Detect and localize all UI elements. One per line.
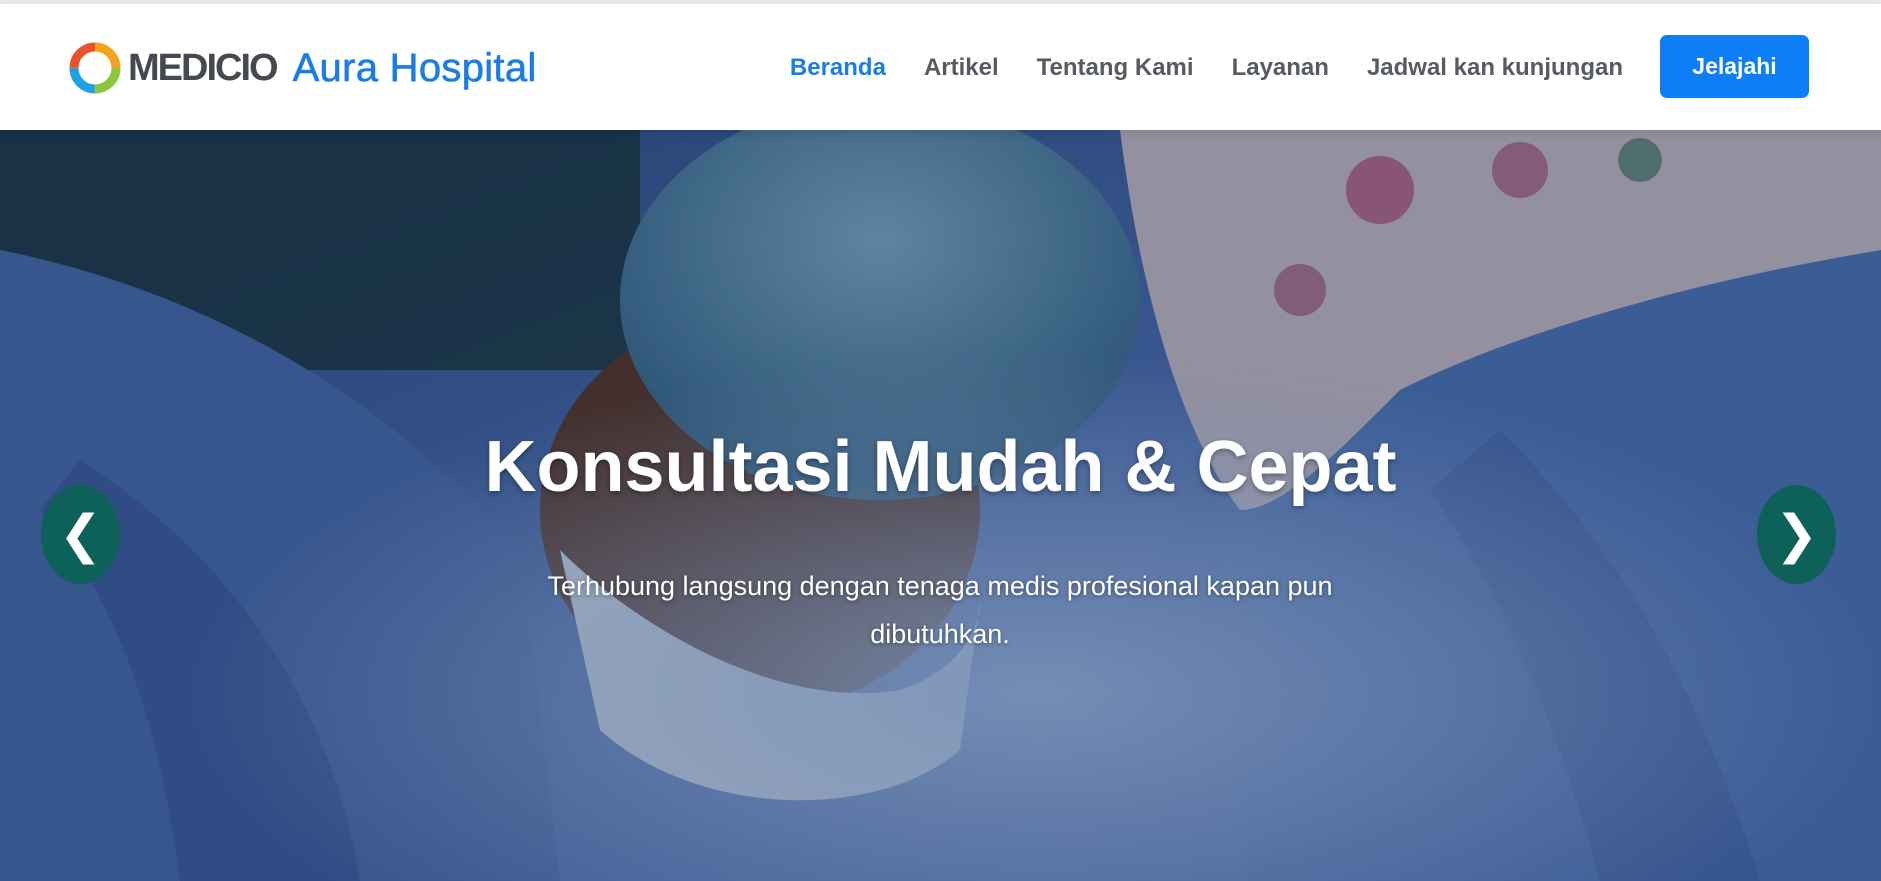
nav-link-jadwal-kunjungan[interactable]: Jadwal kan kunjungan — [1367, 54, 1623, 82]
nav-link-artikel[interactable]: Artikel — [924, 54, 999, 82]
chevron-left-icon: ❮ — [58, 505, 103, 564]
brand[interactable]: MEDICIO Aura Hospital — [68, 38, 537, 98]
chevron-right-icon: ❯ — [1774, 505, 1819, 564]
carousel-prev-button[interactable]: ❮ — [41, 485, 120, 584]
site-header: MEDICIO Aura Hospital Beranda Artikel Te… — [0, 4, 1881, 130]
main-nav: Beranda Artikel Tentang Kami Layanan Jad… — [752, 38, 1623, 98]
hero-carousel: Konsultasi Mudah & Cepat Terhubung langs… — [0, 130, 1881, 881]
nav-link-tentang-kami[interactable]: Tentang Kami — [1037, 54, 1194, 82]
nav-link-beranda[interactable]: Beranda — [790, 54, 886, 82]
carousel-next-button[interactable]: ❯ — [1757, 485, 1836, 584]
site-name: Aura Hospital — [292, 45, 537, 90]
logo-wordmark: MEDICIO — [128, 46, 279, 89]
nav-link-layanan[interactable]: Layanan — [1232, 54, 1329, 82]
logo-ring-icon — [69, 42, 121, 94]
hero-subtitle: Terhubung langsung dengan tenaga medis p… — [547, 571, 1333, 649]
hero-title: Konsultasi Mudah & Cepat — [484, 427, 1397, 507]
jelajahi-button[interactable]: Jelajahi — [1660, 35, 1809, 98]
